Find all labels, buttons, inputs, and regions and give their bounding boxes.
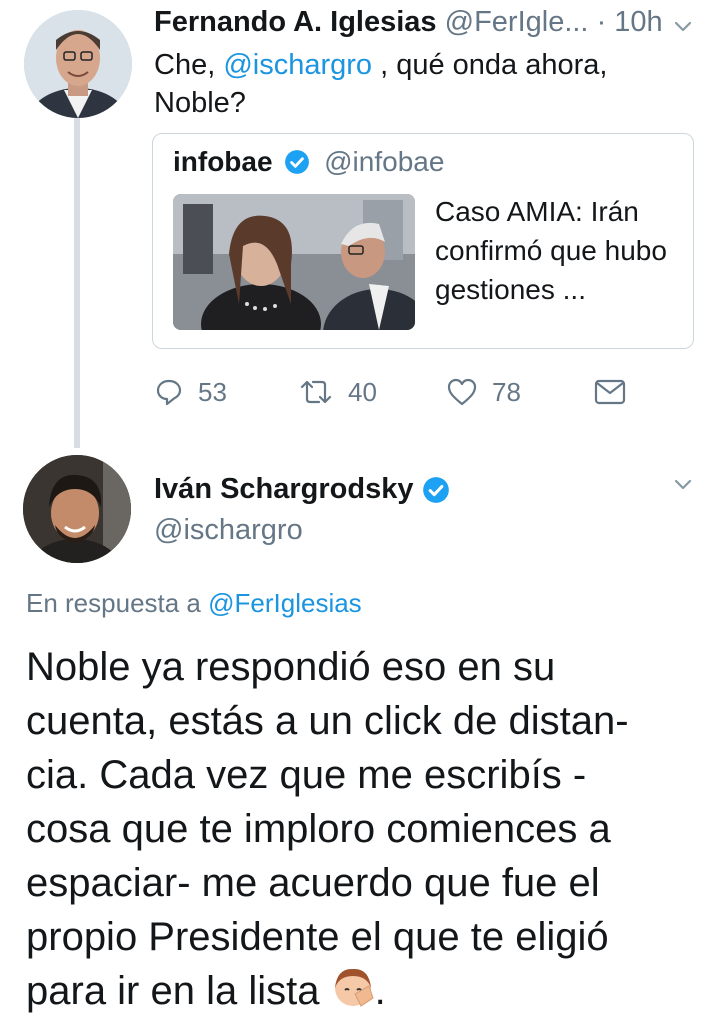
direct-message-icon	[594, 379, 626, 405]
tweet-text-end: .	[374, 969, 386, 1013]
avatar-fernando[interactable]	[24, 10, 132, 118]
verified-badge-icon	[422, 476, 449, 503]
avatar-ivan[interactable]	[23, 455, 131, 563]
separator-dot: ·	[596, 6, 607, 38]
like-icon	[447, 378, 477, 406]
tweet-text-line: Noble ya respondió eso en su	[26, 645, 556, 689]
chevron-down-icon[interactable]	[673, 16, 693, 36]
quoted-tweet-text: Caso AMIA: Irán confirmó que hubo gestio…	[435, 196, 667, 305]
direct-message-button[interactable]	[594, 376, 640, 408]
reply-to-mention-link[interactable]: @FerIglesias	[208, 588, 362, 618]
facepalm-emoji-icon	[331, 966, 375, 1010]
tweet-text-line: cosa que te imploro comiences a	[26, 807, 611, 851]
tweet-header: Fernando A. Iglesias @FerIgle... · 10h	[154, 6, 674, 46]
tweet-text-line: propio Presidente el que te eligió	[26, 915, 609, 959]
quoted-author-handle: @infobae	[324, 146, 445, 177]
author-handle[interactable]: @FerIgle...	[445, 6, 589, 38]
author-name-row[interactable]: Iván Schargrodsky	[154, 473, 450, 506]
author-name[interactable]: Iván Schargrodsky	[154, 473, 414, 506]
author-name[interactable]: Fernando A. Iglesias	[154, 6, 437, 38]
reply-count: 53	[198, 376, 227, 407]
thread-connector-line	[74, 118, 80, 448]
in-reply-to: En respuesta a @FerIglesias	[26, 588, 362, 619]
tweet-text-line: cia. Cada vez que me escribís -	[26, 753, 587, 797]
quoted-tweet-card[interactable]: infobae @infobae Caso AMIA: Irán confirm…	[152, 133, 694, 349]
in-reply-to-prefix: En respuesta a	[26, 588, 209, 618]
tweet-text-line-last: para ir en la lista .	[26, 964, 716, 1018]
quoted-author-name: infobae	[173, 146, 273, 177]
chevron-down-icon[interactable]	[673, 474, 693, 494]
retweet-count: 40	[348, 376, 377, 407]
like-button[interactable]: 78	[446, 376, 521, 408]
quoted-tweet-header: infobae @infobae	[173, 146, 444, 178]
tweet-text-line: espaciar- me acuerdo que fue el	[26, 861, 600, 905]
author-handle[interactable]: @ischargro	[154, 514, 303, 547]
reply-icon	[156, 379, 182, 406]
quoted-tweet-image	[173, 194, 415, 330]
tweet-text-line: cuenta, estás a un click de distan-	[26, 699, 629, 743]
like-count: 78	[492, 376, 521, 407]
tweet-text-prefix: Che,	[154, 49, 224, 81]
retweet-icon	[300, 380, 332, 404]
tweet-text: Noble ya respondió eso en su cuenta, est…	[26, 640, 716, 1018]
tweet-text: Che, @ischargro , qué onda ahora, Noble?	[154, 46, 674, 122]
verified-badge-icon	[285, 150, 310, 174]
reply-button[interactable]: 53	[154, 376, 227, 408]
tweet-timestamp[interactable]: 10h	[614, 6, 662, 38]
retweet-button[interactable]: 40	[298, 376, 377, 408]
tweet-text-line: para ir en la lista	[26, 969, 331, 1013]
mention-link[interactable]: @ischargro	[223, 49, 372, 81]
